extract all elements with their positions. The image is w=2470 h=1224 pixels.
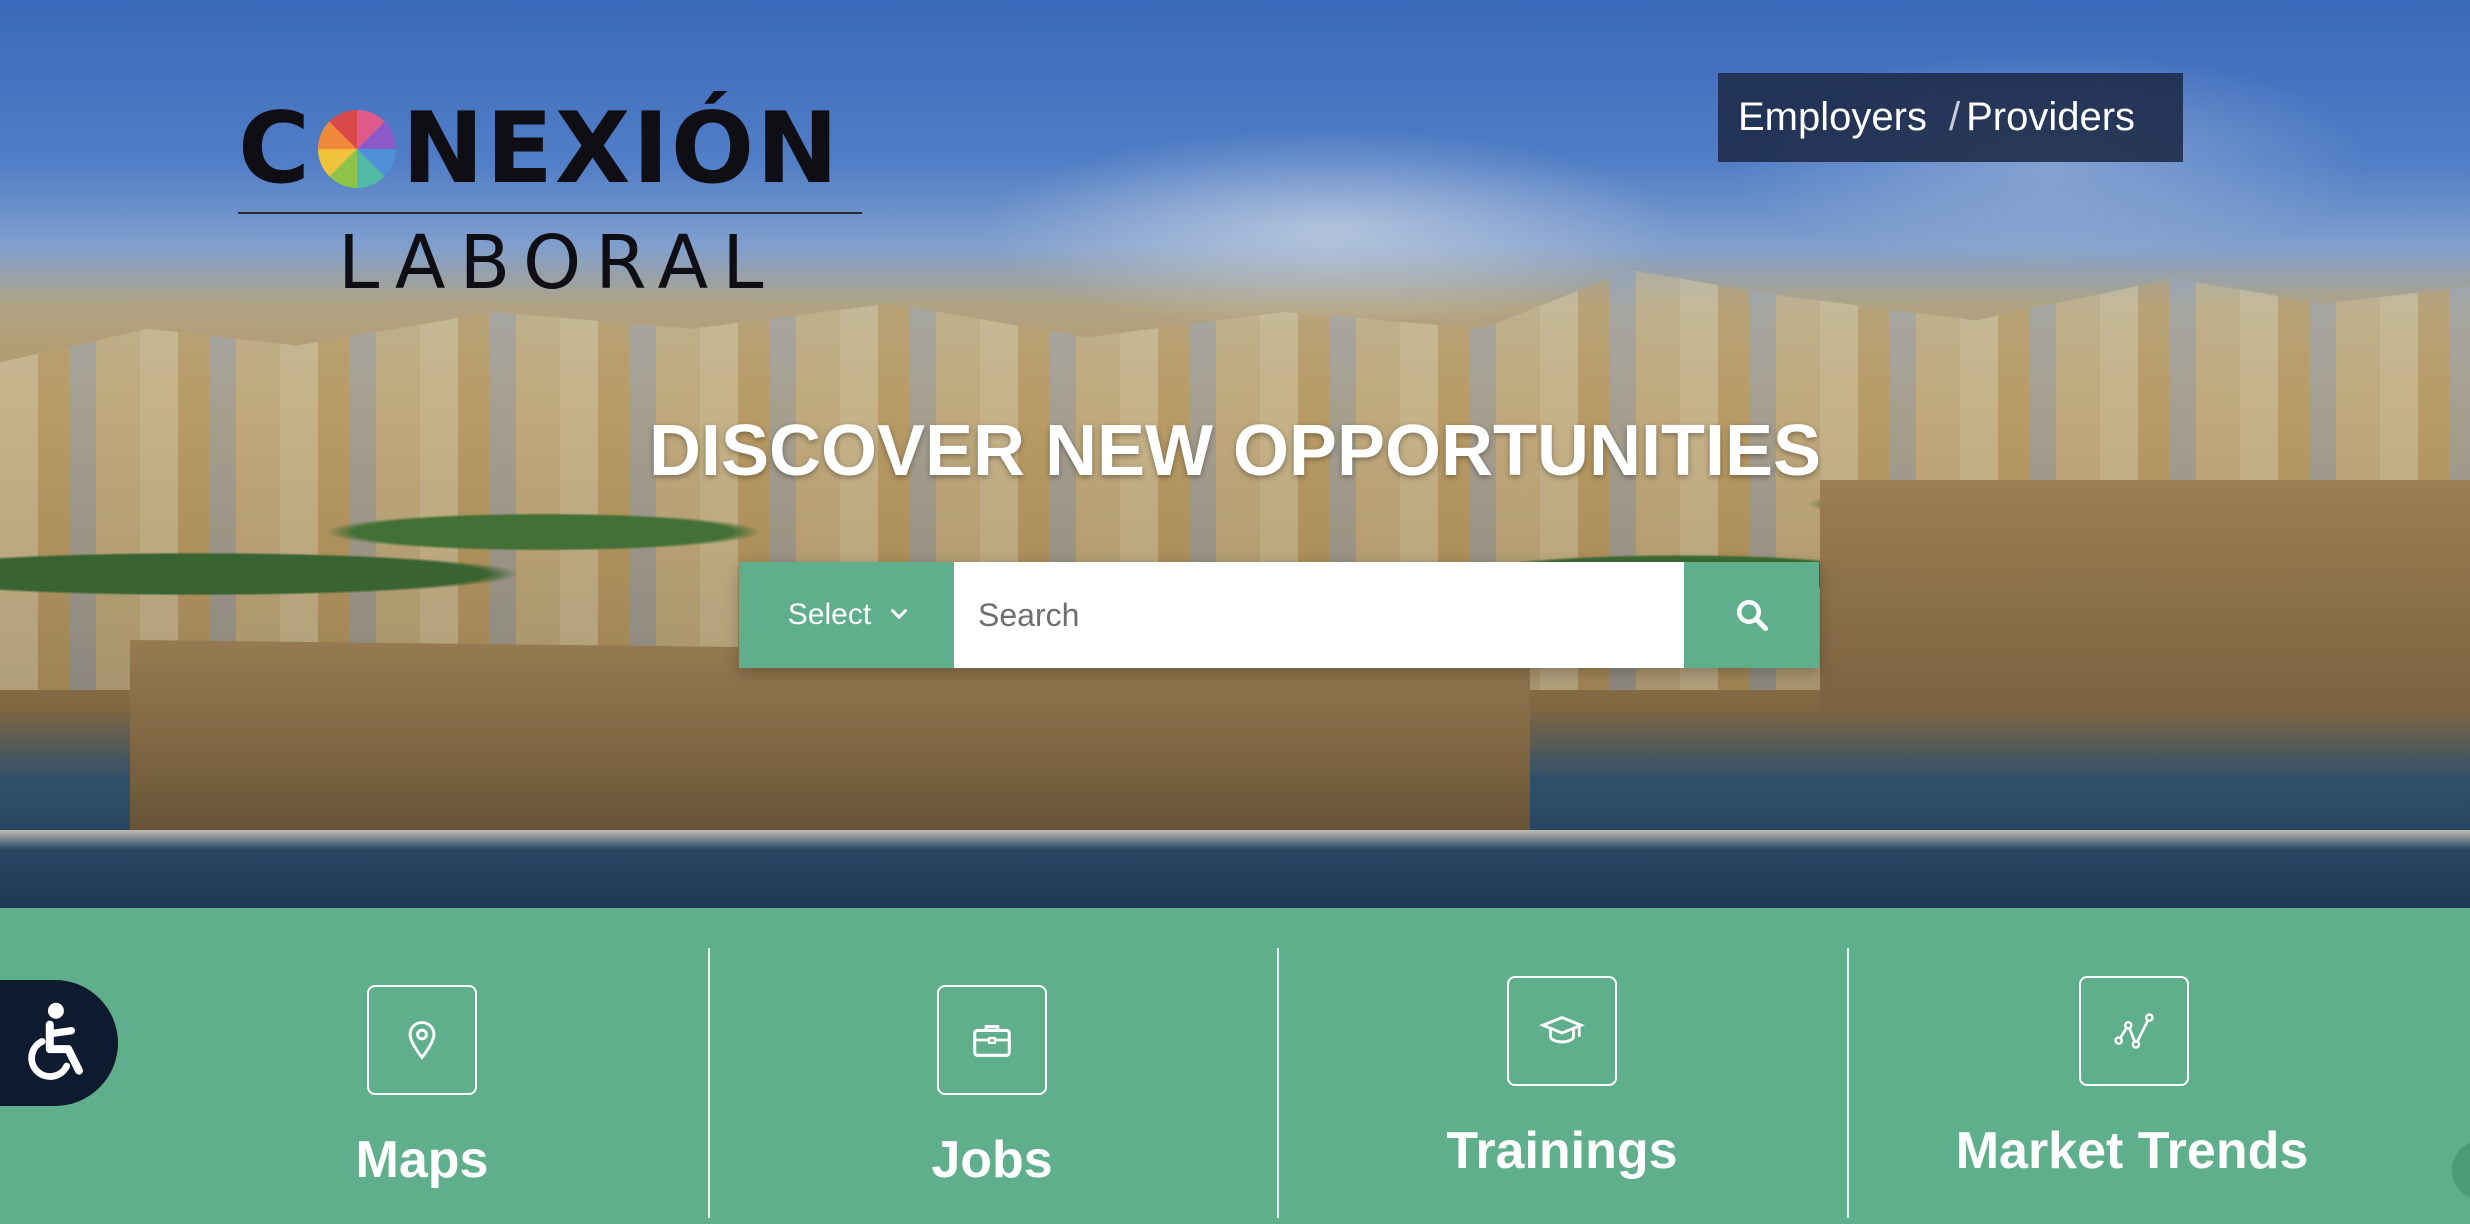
category-market-trends[interactable]: Market Trends: [1847, 908, 2417, 1224]
providers-link[interactable]: Providers: [1966, 95, 2135, 140]
search-icon: [1736, 600, 1768, 632]
logo-swirl-icon: [317, 110, 396, 188]
nav-separator: /: [1948, 95, 1961, 139]
chevron-down-icon: [890, 602, 908, 620]
logo-letters: NEXIÓN: [401, 92, 841, 206]
logo-letter: C: [238, 92, 312, 206]
category-jobs[interactable]: Jobs: [707, 908, 1277, 1224]
logo-subtitle: LABORAL: [338, 220, 778, 306]
category-trainings[interactable]: Trainings: [1277, 908, 1847, 1224]
search-button[interactable]: [1684, 562, 1819, 668]
brand-logo[interactable]: C NEXIÓN LABORAL: [238, 92, 862, 306]
map-pin-icon: [367, 985, 477, 1095]
category-strip: Maps Jobs Trainings Market Trends: [0, 908, 2470, 1224]
category-label: Trainings: [1446, 1122, 1678, 1180]
category-label: Market Trends: [1955, 1122, 2309, 1180]
category-maps[interactable]: Maps: [137, 908, 707, 1224]
briefcase-icon: [937, 985, 1047, 1095]
category-label: Maps: [355, 1131, 489, 1189]
logo-wordmark: C NEXIÓN: [238, 92, 840, 206]
category-select[interactable]: Select: [739, 562, 954, 668]
search-bar: Select: [739, 562, 1819, 668]
logo-divider: [238, 212, 862, 214]
search-input[interactable]: [954, 562, 1684, 668]
employers-link[interactable]: Employers: [1738, 95, 1927, 140]
select-label: Select: [787, 598, 872, 631]
graduation-cap-icon: [1507, 976, 1617, 1086]
accessibility-icon: [28, 1002, 83, 1080]
hero-headline: DISCOVER NEW OPPORTUNITIES: [648, 411, 1822, 491]
trend-line-icon: [2079, 976, 2189, 1086]
category-label: Jobs: [931, 1131, 1053, 1189]
top-nav: Employers / Providers: [1718, 73, 2183, 162]
